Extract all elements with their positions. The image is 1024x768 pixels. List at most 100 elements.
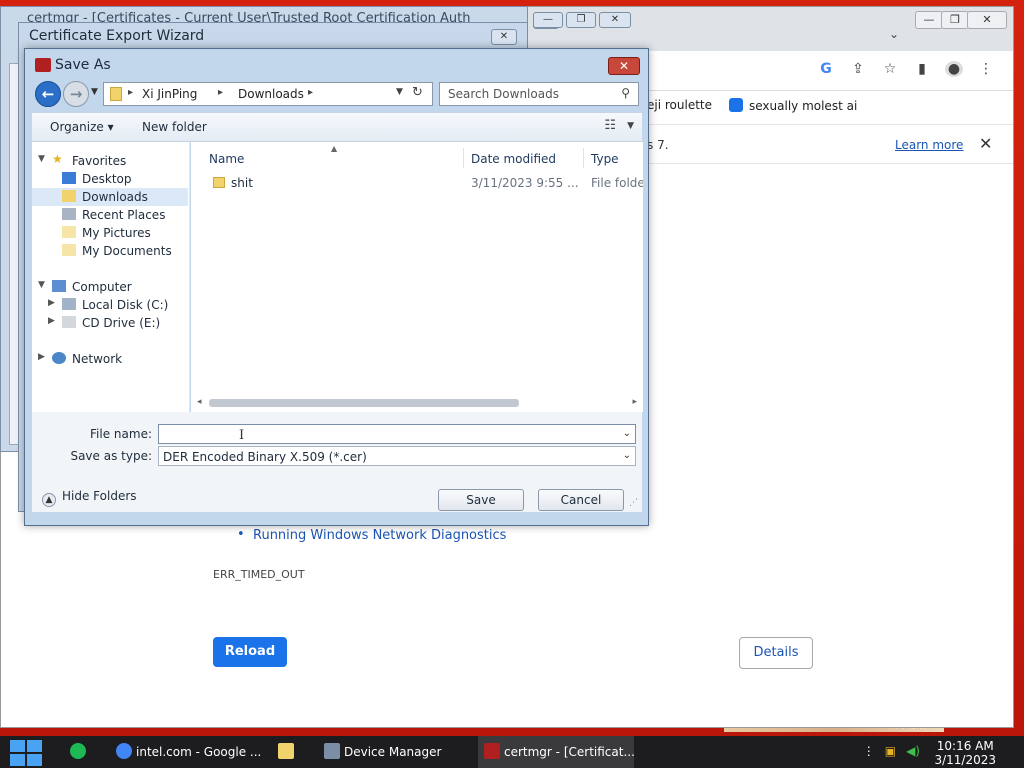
nav-downloads[interactable]: Downloads bbox=[32, 188, 188, 206]
desktop-icon bbox=[62, 172, 76, 184]
column-date-modified[interactable]: Date modified bbox=[471, 152, 556, 166]
file-date: 3/11/2023 9:55 ... bbox=[471, 176, 579, 190]
column-divider[interactable] bbox=[463, 148, 464, 168]
certmgr-icon bbox=[484, 743, 500, 759]
search-icon[interactable]: ⚲ bbox=[621, 86, 630, 100]
file-explorer-icon[interactable] bbox=[278, 736, 302, 768]
folder-icon bbox=[213, 177, 225, 188]
tab-search-icon[interactable]: ⌄ bbox=[889, 27, 899, 41]
collapse-arrow-icon[interactable]: ▶ bbox=[48, 298, 55, 308]
google-icon[interactable]: G bbox=[817, 61, 835, 77]
clock-time: 10:16 AM bbox=[936, 739, 994, 753]
chrome-minimize-button[interactable]: — bbox=[915, 11, 943, 29]
scroll-right-icon[interactable]: ▸ bbox=[632, 397, 637, 407]
search-input[interactable]: Search Downloads ⚲ bbox=[439, 82, 639, 106]
folder-icon bbox=[110, 87, 122, 101]
chrome-restore-button[interactable]: ❐ bbox=[941, 11, 969, 29]
nav-favorites[interactable]: ▼ ★ Favorites bbox=[32, 152, 188, 170]
breadcrumb-separator-icon[interactable]: ▸ bbox=[308, 87, 313, 98]
column-divider[interactable] bbox=[583, 148, 584, 168]
nav-my-documents[interactable]: My Documents bbox=[32, 242, 188, 260]
view-options-icon[interactable]: ☷ bbox=[604, 118, 616, 133]
nav-my-pictures[interactable]: My Pictures bbox=[32, 224, 188, 242]
windows-start-icon[interactable] bbox=[10, 740, 44, 766]
volume-icon[interactable]: ◀) bbox=[906, 744, 920, 758]
address-bar[interactable]: ▸ Xi JinPing ▸ Downloads ▸ ▼ ↻ bbox=[103, 82, 433, 106]
clock[interactable]: 10:16 AM 3/11/2023 bbox=[934, 739, 996, 767]
collapse-arrow-icon[interactable]: ▶ bbox=[38, 352, 45, 362]
breadcrumb-user[interactable]: Xi JinPing bbox=[142, 87, 197, 101]
text-cursor-icon: I bbox=[239, 428, 245, 443]
expand-arrow-icon[interactable]: ▼ bbox=[38, 154, 45, 164]
scrollbar-thumb[interactable] bbox=[209, 399, 519, 407]
chrome-close-button[interactable]: ✕ bbox=[967, 11, 1007, 29]
recent-locations-dropdown-icon[interactable]: ▼ bbox=[91, 87, 98, 97]
certmgr-close-button[interactable]: ✕ bbox=[599, 12, 631, 28]
breadcrumb-downloads[interactable]: Downloads bbox=[238, 87, 304, 101]
wizard-close-button[interactable]: ✕ bbox=[491, 29, 517, 45]
nav-recent-places[interactable]: Recent Places bbox=[32, 206, 188, 224]
file-name: shit bbox=[231, 176, 253, 190]
collapse-arrow-icon[interactable]: ▶ bbox=[48, 316, 55, 326]
nav-cd-drive[interactable]: ▶ CD Drive (E:) bbox=[32, 314, 188, 332]
resize-grip-icon[interactable]: ⋰ bbox=[629, 498, 638, 508]
side-panel-icon[interactable]: ▮ bbox=[913, 61, 931, 77]
address-dropdown-icon[interactable]: ▼ bbox=[396, 87, 403, 97]
nav-local-disk[interactable]: ▶ Local Disk (C:) bbox=[32, 296, 188, 314]
nav-network[interactable]: ▶ Network bbox=[32, 350, 188, 368]
breadcrumb-separator-icon[interactable]: ▸ bbox=[218, 87, 223, 98]
menu-icon[interactable]: ⋮ bbox=[977, 61, 995, 77]
file-name-field[interactable]: I ⌄ bbox=[158, 424, 636, 444]
command-bar: Organize ▾ New folder ☷ ▼ bbox=[32, 112, 642, 142]
learn-more-link[interactable]: Learn more bbox=[895, 138, 963, 152]
scroll-left-icon[interactable]: ◂ bbox=[197, 397, 202, 407]
search-placeholder: Search Downloads bbox=[448, 87, 559, 101]
details-button[interactable]: Details bbox=[739, 637, 813, 669]
file-type: File folder bbox=[591, 176, 643, 190]
column-type[interactable]: Type bbox=[591, 152, 619, 166]
nav-desktop[interactable]: Desktop bbox=[32, 170, 188, 188]
chevron-down-icon[interactable]: ⌄ bbox=[623, 428, 631, 439]
hide-folders-button[interactable]: ▲ Hide Folders bbox=[42, 489, 137, 507]
breadcrumb-separator-icon[interactable]: ▸ bbox=[128, 87, 133, 98]
info-bar-close-icon[interactable]: ✕ bbox=[979, 134, 992, 153]
error-code: ERR_TIMED_OUT bbox=[213, 568, 305, 581]
bookmark-item[interactable]: sexually molest ai bbox=[729, 98, 857, 113]
cd-drive-icon bbox=[62, 316, 76, 328]
downloads-folder-icon bbox=[62, 190, 76, 202]
reload-button[interactable]: Reload bbox=[213, 637, 287, 667]
system-tray: ⋮ ▣ ◀) bbox=[863, 744, 920, 758]
new-folder-button[interactable]: New folder bbox=[142, 120, 207, 134]
file-row[interactable]: shit 3/11/2023 9:55 ... File folder bbox=[191, 172, 643, 192]
taskbar: intel.com - Google ... Device Manager ce… bbox=[0, 736, 1024, 768]
chevron-down-icon[interactable]: ⌄ bbox=[623, 450, 631, 461]
save-as-close-button[interactable]: ✕ bbox=[608, 57, 640, 75]
certmgr-minimize-button[interactable]: — bbox=[533, 12, 563, 28]
forward-arrow-icon[interactable]: → bbox=[63, 81, 89, 107]
spotify-icon[interactable] bbox=[70, 736, 94, 768]
organize-button[interactable]: Organize ▾ bbox=[50, 120, 114, 134]
file-name-label: File name: bbox=[90, 427, 152, 441]
bookmark-star-icon[interactable]: ☆ bbox=[881, 61, 899, 77]
save-button[interactable]: Save bbox=[438, 489, 524, 511]
profile-icon[interactable]: ● bbox=[945, 61, 963, 77]
save-as-type-select[interactable]: DER Encoded Binary X.509 (*.cer) ⌄ bbox=[158, 446, 636, 466]
cancel-button[interactable]: Cancel bbox=[538, 489, 624, 511]
taskbar-device-manager[interactable]: Device Manager bbox=[318, 736, 472, 768]
taskbar-certmgr[interactable]: certmgr - [Certificat... bbox=[478, 736, 635, 768]
overflow-icon[interactable]: ⋮ bbox=[863, 744, 875, 758]
refresh-icon[interactable]: ↻ bbox=[412, 85, 423, 100]
expand-arrow-icon[interactable]: ▼ bbox=[38, 280, 45, 290]
share-icon[interactable]: ⇪ bbox=[849, 61, 867, 77]
certmgr-restore-button[interactable]: ❐ bbox=[566, 12, 596, 28]
diagnostics-link[interactable]: Running Windows Network Diagnostics bbox=[253, 528, 506, 543]
horizontal-scrollbar[interactable]: ◂ ▸ bbox=[191, 395, 643, 411]
collapse-up-icon: ▲ bbox=[42, 493, 56, 507]
back-arrow-icon[interactable]: ← bbox=[35, 81, 61, 107]
view-dropdown-icon[interactable]: ▼ bbox=[627, 121, 634, 131]
column-name[interactable]: Name bbox=[209, 152, 244, 166]
network-tray-icon[interactable]: ▣ bbox=[885, 744, 896, 758]
nav-computer[interactable]: ▼ Computer bbox=[32, 278, 188, 296]
taskbar-chrome[interactable]: intel.com - Google ... bbox=[110, 736, 261, 768]
bookmark-item[interactable]: eji roulette bbox=[647, 98, 712, 112]
